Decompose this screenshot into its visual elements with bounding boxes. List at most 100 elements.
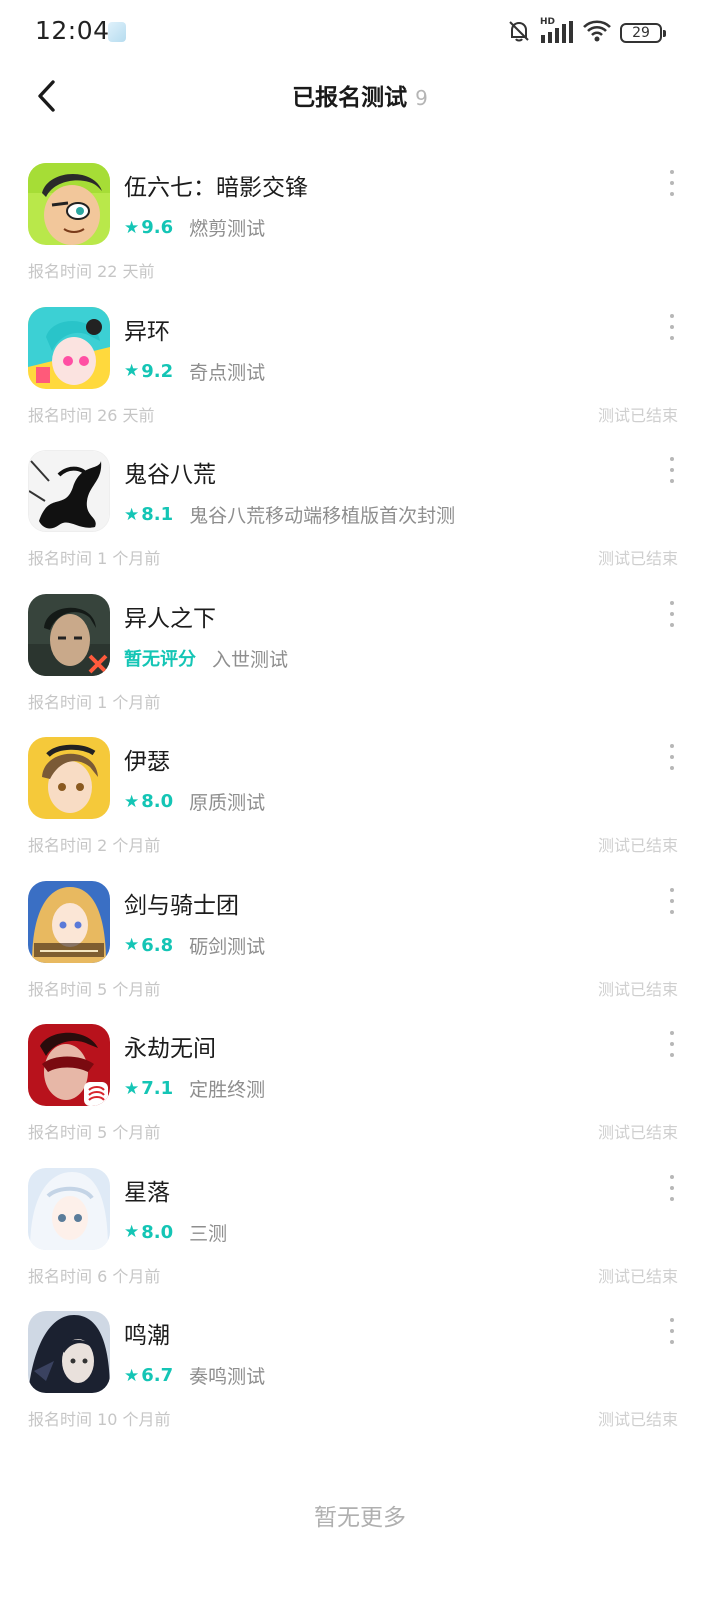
rating-value: 8.0 xyxy=(141,1221,174,1243)
list-item[interactable]: 星落 ★ 8.0 三测 报名时间 6 个月前 测试已结束 xyxy=(0,1149,720,1293)
more-options-button[interactable] xyxy=(668,457,676,483)
star-icon: ★ xyxy=(124,217,140,238)
test-name: 鬼谷八荒移动端移植版首次封测 xyxy=(189,505,456,527)
rating: ★ 7.1 xyxy=(124,1078,173,1099)
wuliuqi-icon[interactable] xyxy=(28,163,110,245)
app-meta: ★ 7.1 定胜终测 xyxy=(124,1075,265,1102)
app-name[interactable]: 异人之下 xyxy=(124,599,216,633)
more-options-button[interactable] xyxy=(668,1318,676,1344)
more-options-button[interactable] xyxy=(668,170,676,196)
app-name[interactable]: 剑与骑士团 xyxy=(124,886,239,920)
test-status: 测试已结束 xyxy=(597,1410,678,1429)
signup-time: 报名时间 1 个月前 xyxy=(28,692,161,712)
app-name[interactable]: 永劫无间 xyxy=(124,1029,216,1063)
star-icon: ★ xyxy=(124,1078,140,1099)
test-status: 测试已结束 xyxy=(597,836,678,855)
app-name[interactable]: 鬼谷八荒 xyxy=(124,455,216,489)
page-title-text: 已报名测试 xyxy=(292,85,408,111)
rating: ★ 8.0 xyxy=(124,791,173,812)
rating-value: 8.0 xyxy=(141,791,174,812)
wifi-icon xyxy=(582,18,612,48)
app-meta: ★ 6.7 奏鸣测试 xyxy=(124,1362,265,1389)
title-count: 9 xyxy=(415,86,428,110)
jianyuqishituan-icon[interactable] xyxy=(28,880,110,963)
app-name[interactable]: 异环 xyxy=(124,312,170,346)
rating: ★ 6.8 xyxy=(124,935,173,956)
yihuan-icon[interactable] xyxy=(28,306,110,389)
signup-time: 报名时间 6 个月前 xyxy=(28,1266,161,1286)
signup-time: 报名时间 1 个月前 xyxy=(28,549,161,568)
app-meta: ★ 8.1 鬼谷八荒移动端移植版首次封测 xyxy=(124,501,455,528)
star-icon: ★ xyxy=(124,1365,140,1386)
list-item[interactable]: 剑与骑士团 ★ 6.8 砺剑测试 报名时间 5 个月前 测试已结束 xyxy=(0,862,720,1006)
rating-value: 9.2 xyxy=(141,360,174,382)
yirenzhixia-icon[interactable] xyxy=(28,593,110,676)
list-item[interactable]: 永劫无间 ★ 7.1 定胜终测 报名时间 5 个月前 测试已结束 xyxy=(0,1005,720,1149)
app-meta: ★ 8.0 原质测试 xyxy=(124,788,265,815)
signup-time: 报名时间 10 个月前 xyxy=(28,1410,171,1429)
list-item[interactable]: 鬼谷八荒 ★ 8.1 鬼谷八荒移动端移植版首次封测 报名时间 1 个月前 测试已结… xyxy=(0,431,720,575)
list-item[interactable]: 异人之下 暂无评分 入世测试 报名时间 1 个月前 xyxy=(0,575,720,719)
mingchao-icon[interactable] xyxy=(28,1311,110,1393)
star-icon: ★ xyxy=(124,1222,140,1242)
no-rating-label: 暂无评分 xyxy=(124,649,196,670)
app-name[interactable]: 伊瑟 xyxy=(124,742,170,776)
xingluo-icon[interactable] xyxy=(28,1167,110,1250)
rating: ★ 9.2 xyxy=(124,361,173,382)
header: 已报名测试 9 xyxy=(0,64,720,128)
app-name[interactable]: 鸣潮 xyxy=(124,1316,170,1350)
test-name: 入世测试 xyxy=(212,648,289,671)
rating-value: 6.7 xyxy=(141,1365,174,1386)
status-time: 12:04 xyxy=(35,16,110,45)
test-name: 定胜终测 xyxy=(189,1079,266,1101)
rating-value: 9.6 xyxy=(141,217,174,238)
app-name[interactable]: 伍六七：暗影交锋 xyxy=(124,168,308,202)
test-name: 原质测试 xyxy=(189,792,266,814)
silent-bell-icon xyxy=(506,18,532,48)
test-status: 测试已结束 xyxy=(597,1266,678,1286)
app-meta: ★ 9.6 燃剪测试 xyxy=(124,214,265,241)
list-item[interactable]: 伍六七：暗影交锋 ★ 9.6 燃剪测试 报名时间 22 天前 xyxy=(0,144,720,288)
app-meta: ★ 9.2 奇点测试 xyxy=(124,358,265,385)
test-name: 奏鸣测试 xyxy=(189,1366,266,1388)
guigubahuang-icon[interactable] xyxy=(28,450,110,532)
more-options-button[interactable] xyxy=(668,744,676,770)
notification-app-icon xyxy=(108,22,126,42)
app-name[interactable]: 星落 xyxy=(124,1173,170,1207)
more-options-button[interactable] xyxy=(668,313,676,340)
status-icons: HD 29 xyxy=(506,17,666,48)
more-options-button[interactable] xyxy=(668,1174,676,1201)
list-item[interactable]: 鸣潮 ★ 6.7 奏鸣测试 报名时间 10 个月前 测试已结束 xyxy=(0,1292,720,1436)
battery-icon: 29 xyxy=(620,23,666,43)
star-icon: ★ xyxy=(124,504,140,525)
status-bar: 12:04 HD 29 xyxy=(0,0,720,64)
signup-time: 报名时间 26 天前 xyxy=(28,405,155,425)
star-icon: ★ xyxy=(124,361,140,381)
test-status: 测试已结束 xyxy=(597,549,678,568)
list-item[interactable]: 伊瑟 ★ 8.0 原质测试 报名时间 2 个月前 测试已结束 xyxy=(0,718,720,862)
test-name: 三测 xyxy=(189,1222,228,1245)
rating-value: 8.1 xyxy=(141,504,174,525)
list-item[interactable]: 异环 ★ 9.2 奇点测试 报名时间 26 天前 测试已结束 xyxy=(0,288,720,432)
app-meta: ★ 8.0 三测 xyxy=(124,1219,227,1246)
signup-time: 报名时间 5 个月前 xyxy=(28,979,161,999)
test-name: 砺剑测试 xyxy=(189,935,266,958)
registered-test-list: 伍六七：暗影交锋 ★9.6 燃剪测试 报名时间 22 天前 异环 ★9.2 xyxy=(0,144,720,1436)
test-status: 测试已结束 xyxy=(597,979,678,999)
rating: ★ 8.1 xyxy=(124,504,173,525)
signup-time: 报名时间 22 天前 xyxy=(28,262,155,281)
yise-icon[interactable] xyxy=(28,737,110,819)
rating: ★ 6.7 xyxy=(124,1365,173,1386)
more-options-button[interactable] xyxy=(668,887,676,914)
star-icon: ★ xyxy=(124,791,140,812)
rating-value: 7.1 xyxy=(141,1078,174,1099)
star-icon: ★ xyxy=(124,935,140,955)
more-options-button[interactable] xyxy=(668,1031,676,1057)
more-options-button[interactable] xyxy=(668,600,676,627)
rating: ★ 9.6 xyxy=(124,217,173,238)
app-meta: 暂无评分 入世测试 xyxy=(124,645,288,672)
test-status: 测试已结束 xyxy=(597,1123,678,1142)
yongjiewujian-icon[interactable] xyxy=(28,1024,110,1106)
test-status: 测试已结束 xyxy=(597,405,678,425)
test-name: 奇点测试 xyxy=(189,361,266,384)
